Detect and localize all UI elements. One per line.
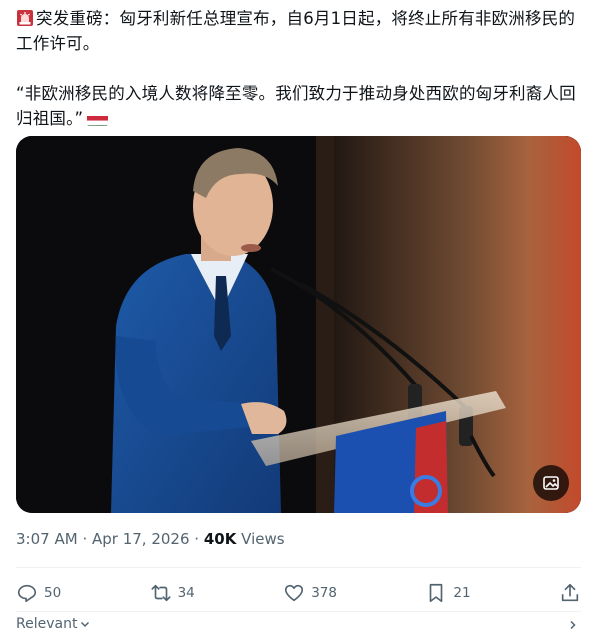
meta-separator: · — [82, 530, 88, 548]
tweet-time[interactable]: 3:07 AM — [16, 530, 78, 548]
bookmark-count: 21 — [453, 585, 471, 601]
meta-separator-2: · — [194, 530, 200, 548]
replies-sort-dropdown[interactable]: Relevant — [16, 616, 91, 632]
heart-icon — [285, 584, 304, 602]
like-button[interactable]: 378 — [283, 582, 337, 604]
chevron-right-icon[interactable] — [567, 619, 579, 635]
repost-button[interactable]: 34 — [150, 582, 195, 604]
tweet-text: 突发重磅：匈牙利新任总理宣布，自6月1日起，将终止所有非欧洲移民的工作许可。 “… — [16, 6, 581, 131]
tweet-date[interactable]: Apr 17, 2026 — [92, 530, 190, 548]
tweet-paragraph-1: 突发重磅：匈牙利新任总理宣布，自6月1日起，将终止所有非欧洲移民的工作许可。 — [16, 6, 581, 56]
reply-icon — [17, 584, 37, 603]
tweet-metadata: 3:07 AM · Apr 17, 2026 · 40K Views — [16, 530, 285, 548]
image-description-button[interactable] — [533, 465, 569, 501]
divider — [16, 567, 581, 568]
bookmark-button[interactable]: 21 — [425, 582, 471, 604]
reply-button[interactable]: 50 — [16, 582, 61, 604]
reply-count: 50 — [44, 585, 62, 601]
chevron-down-icon — [81, 621, 90, 628]
image-description-icon — [543, 476, 559, 490]
rotating-light-icon — [16, 9, 34, 27]
repost-icon — [151, 584, 171, 602]
bookmark-icon — [430, 583, 443, 603]
share-icon — [561, 583, 579, 602]
share-button[interactable] — [559, 582, 581, 604]
hungary-flag-icon — [87, 112, 109, 126]
views-count: 40K — [203, 530, 237, 548]
tweet-paragraph-2: “非欧洲移民的入境人数将降至零。我们致力于推动身处西欧的匈牙利裔人回归祖国。” — [16, 81, 581, 131]
views-label: Views — [241, 530, 285, 548]
replies-sort-label: Relevant — [16, 616, 78, 632]
divider-2 — [16, 611, 581, 612]
action-bar: 50 34 378 21 — [16, 576, 581, 610]
like-count: 378 — [311, 585, 337, 601]
tweet-photo[interactable] — [16, 136, 581, 513]
repost-count: 34 — [177, 585, 195, 601]
photo-scene — [16, 136, 581, 513]
tweet-line-1: 突发重磅：匈牙利新任总理宣布，自6月1日起，将终止所有非欧洲移民的工作许可。 — [16, 9, 576, 53]
